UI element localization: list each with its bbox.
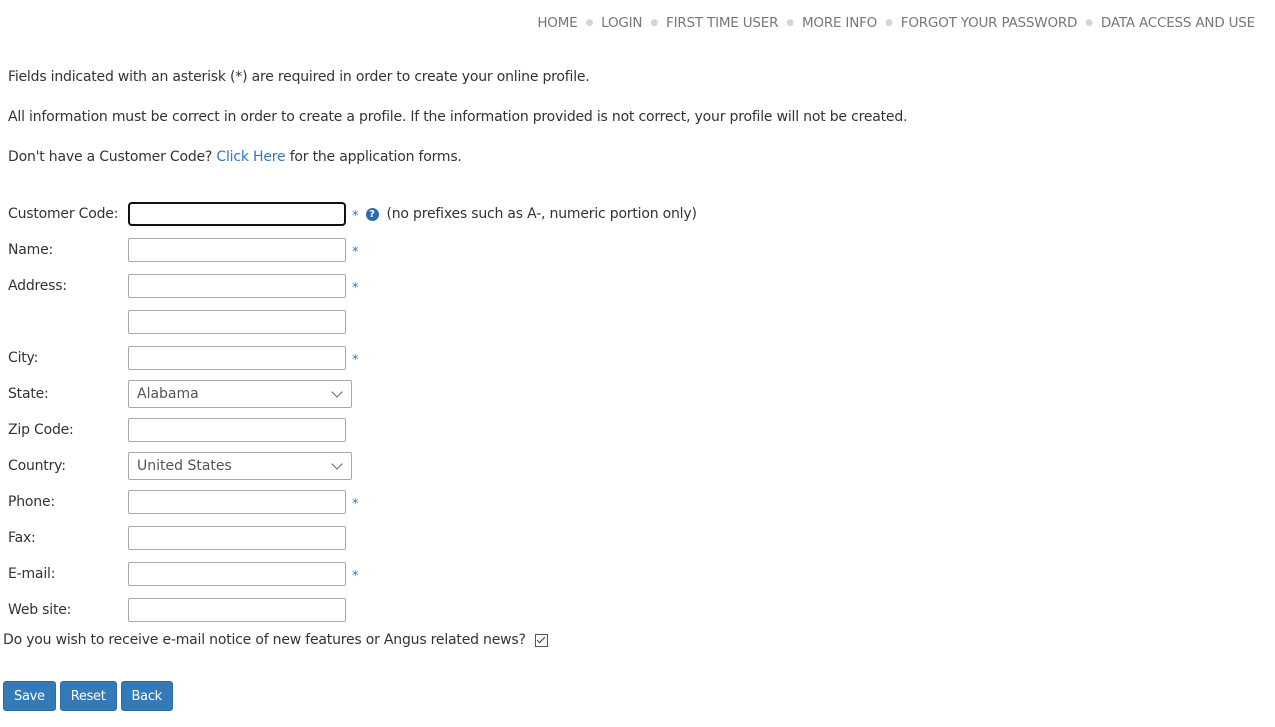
nav-separator: ● [786,18,794,28]
state-row: State: Alabama [8,376,697,412]
address2-row [8,304,697,340]
city-label: City: [8,350,39,366]
profile-form: Customer Code: * ? (no prefixes such as … [8,196,697,628]
chevron-down-icon [331,458,343,470]
newsletter-checkbox[interactable] [534,633,548,647]
fax-row: Fax: [8,520,697,556]
name-row: Name: * [8,232,697,268]
website-input[interactable] [128,598,346,622]
address-label: Address: [8,278,67,294]
required-asterisk: * [352,569,359,584]
required-asterisk: * [352,245,359,260]
nav-home[interactable]: HOME [537,15,577,31]
website-label: Web site: [8,602,72,618]
required-asterisk: * [352,497,359,512]
website-row: Web site: [8,592,697,628]
chevron-down-icon [331,386,343,398]
required-asterisk: * [352,353,359,368]
customer-code-row: Customer Code: * ? (no prefixes such as … [8,196,697,232]
form-buttons: Save Reset Back [3,681,173,711]
reset-button[interactable]: Reset [59,681,117,711]
nav-separator: ● [885,18,893,28]
nav-first-time-user[interactable]: FIRST TIME USER [666,15,778,31]
required-asterisk: * [352,281,359,296]
help-icon[interactable]: ? [365,207,379,221]
nav-more-info[interactable]: MORE INFO [802,15,877,31]
newsletter-row: Do you wish to receive e-mail notice of … [3,632,548,648]
zip-input[interactable] [128,418,346,442]
state-selected-value: Alabama [137,386,199,402]
phone-label: Phone: [8,494,55,510]
country-row: Country: United States [8,448,697,484]
back-button[interactable]: Back [120,681,173,711]
nav-separator: ● [1085,18,1093,28]
address-input[interactable] [128,274,346,298]
click-here-link[interactable]: Click Here [216,149,285,165]
nav-data-access[interactable]: DATA ACCESS AND USE [1101,15,1255,31]
state-select[interactable]: Alabama [128,380,352,408]
customer-code-hint: (no prefixes such as A-, numeric portion… [386,206,697,222]
customer-code-label: Customer Code: [8,206,119,222]
newsletter-label: Do you wish to receive e-mail notice of … [3,632,526,648]
intro-text: Fields indicated with an asterisk (*) ar… [8,67,907,187]
nav-separator: ● [650,18,658,28]
email-input[interactable] [128,562,346,586]
city-row: City: * [8,340,697,376]
required-note: Fields indicated with an asterisk (*) ar… [8,69,590,85]
state-label: State: [8,386,49,402]
fax-input[interactable] [128,526,346,550]
fax-label: Fax: [8,530,36,546]
nav-forgot-password[interactable]: FORGOT YOUR PASSWORD [901,15,1078,31]
email-row: E-mail: * [8,556,697,592]
correctness-note: All information must be correct in order… [8,109,908,125]
city-input[interactable] [128,346,346,370]
customer-code-input[interactable] [127,201,347,227]
address-row: Address: * [8,268,697,304]
name-label: Name: [8,242,54,258]
country-label: Country: [8,458,66,474]
zip-label: Zip Code: [8,422,74,438]
save-button[interactable]: Save [3,681,56,711]
name-input[interactable] [128,238,346,262]
customer-code-note: Don't have a Customer Code? Click Here f… [8,149,462,165]
zip-row: Zip Code: [8,412,697,448]
nav-separator: ● [585,18,594,28]
top-navigation: HOME ● LOGIN ● FIRST TIME USER ● MORE IN… [537,15,1255,31]
country-select[interactable]: United States [128,452,352,480]
country-selected-value: United States [137,458,232,474]
required-asterisk: * [352,209,359,224]
email-label: E-mail: [8,566,56,582]
phone-row: Phone: * [8,484,697,520]
nav-login[interactable]: LOGIN [601,15,642,31]
phone-input[interactable] [128,490,346,514]
address-line2-input[interactable] [128,310,346,334]
